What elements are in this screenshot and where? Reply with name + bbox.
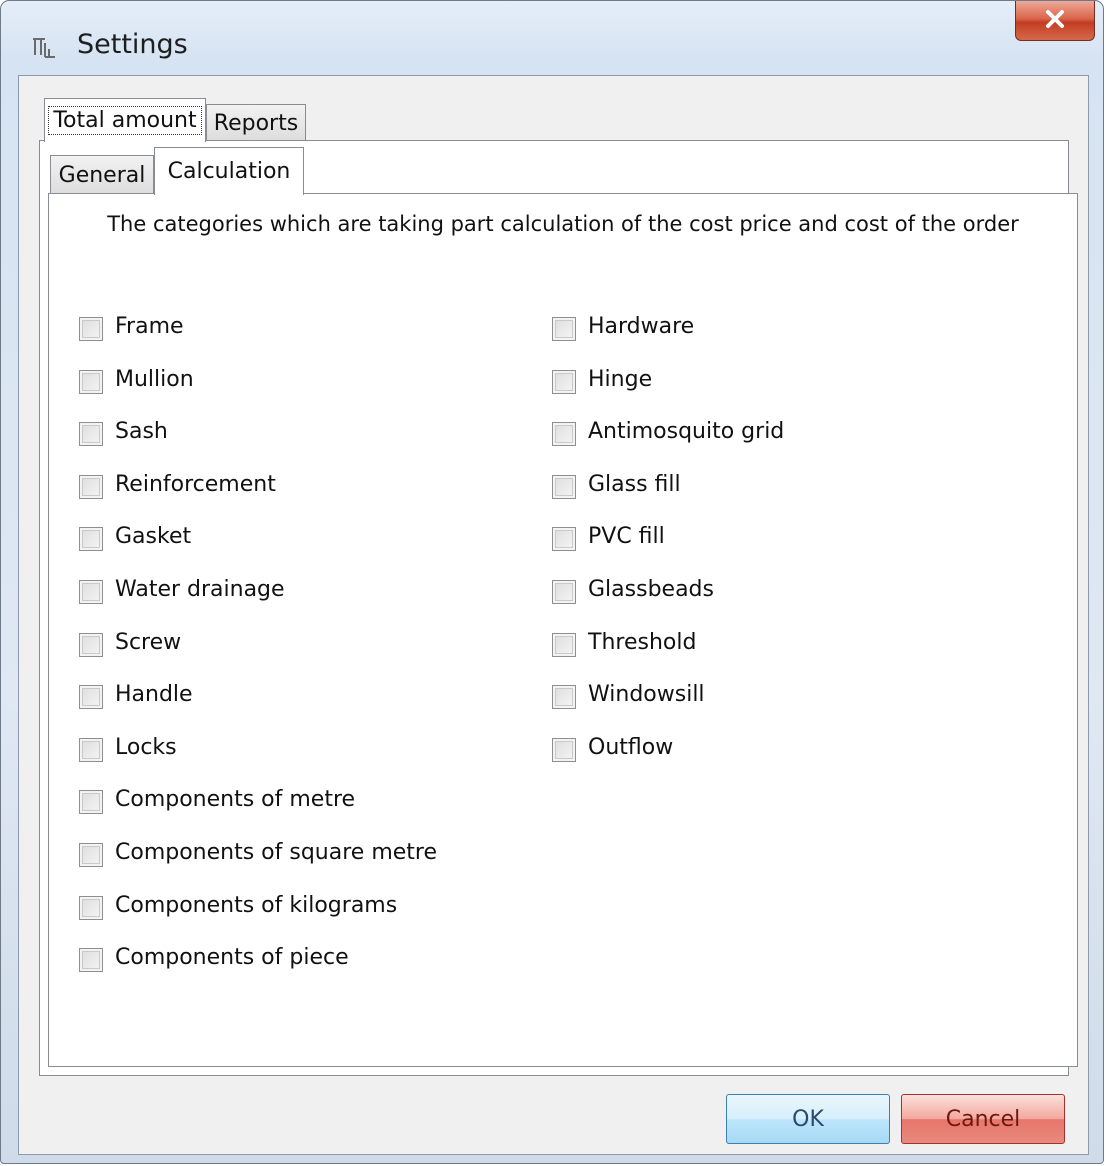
checkbox-row[interactable]: Components of metre <box>79 787 437 840</box>
checkbox[interactable] <box>79 737 103 762</box>
tab-general-label: General <box>58 163 146 188</box>
tab-total-amount-label: Total amount <box>48 106 202 135</box>
checkbox-label[interactable]: PVC fill <box>588 524 665 549</box>
checkbox-label[interactable]: Mullion <box>115 367 194 392</box>
checkbox[interactable] <box>79 948 103 973</box>
checkbox[interactable] <box>552 369 576 394</box>
ok-button-label: OK <box>792 1106 824 1132</box>
settings-window: Settings Total amount Reports General Ca… <box>0 0 1104 1164</box>
checkbox-row[interactable]: Components of kilograms <box>79 893 437 946</box>
checkbox-row[interactable]: PVC fill <box>552 524 784 577</box>
checkbox-row[interactable]: Gasket <box>79 524 437 577</box>
checkbox-label[interactable]: Threshold <box>588 630 696 655</box>
right-checkbox-column: Hardware Hinge Antimosquito grid Glass f… <box>552 314 784 787</box>
checkbox[interactable] <box>552 632 576 657</box>
checkbox-label[interactable]: Components of square metre <box>115 840 437 865</box>
ok-button[interactable]: OK <box>726 1094 890 1144</box>
checkbox[interactable] <box>79 685 103 710</box>
checkbox-label[interactable]: Locks <box>115 735 177 760</box>
checkbox-row[interactable]: Glass fill <box>552 472 784 525</box>
checkbox-label[interactable]: Glassbeads <box>588 577 714 602</box>
checkbox-label[interactable]: Components of piece <box>115 945 349 970</box>
checkbox-row[interactable]: Components of square metre <box>79 840 437 893</box>
checkbox-row[interactable]: Glassbeads <box>552 577 784 630</box>
checkbox-label[interactable]: Hinge <box>588 367 652 392</box>
calculation-heading: The categories which are taking part cal… <box>107 212 1019 236</box>
checkbox-label[interactable]: Glass fill <box>588 472 681 497</box>
checkbox-label[interactable]: Components of kilograms <box>115 893 397 918</box>
checkbox[interactable] <box>552 474 576 499</box>
checkbox[interactable] <box>79 895 103 920</box>
checkbox-row[interactable]: Components of piece <box>79 945 437 998</box>
checkbox[interactable] <box>79 369 103 394</box>
checkbox-label[interactable]: Handle <box>115 682 193 707</box>
checkbox[interactable] <box>552 685 576 710</box>
checkbox[interactable] <box>79 790 103 815</box>
window-title: Settings <box>77 29 188 60</box>
checkbox-row[interactable]: Mullion <box>79 367 437 420</box>
tab-general[interactable]: General <box>50 155 154 195</box>
checkbox[interactable] <box>552 317 576 341</box>
checkbox[interactable] <box>79 632 103 657</box>
checkbox-row[interactable]: Threshold <box>552 630 784 683</box>
checkbox-label[interactable]: Windowsill <box>588 682 705 707</box>
title-bar[interactable]: Settings <box>1 1 1103 75</box>
settings-window-icon <box>31 35 59 61</box>
cancel-button-label: Cancel <box>945 1106 1021 1132</box>
checkbox-row[interactable]: Outflow <box>552 735 784 788</box>
checkbox-label[interactable]: Hardware <box>588 314 694 339</box>
checkbox[interactable] <box>552 737 576 762</box>
tab-reports-label: Reports <box>213 111 299 136</box>
checkbox[interactable] <box>79 474 103 499</box>
checkbox-label[interactable]: Outflow <box>588 735 673 760</box>
checkbox-row[interactable]: Windowsill <box>552 682 784 735</box>
tab-calculation-label: Calculation <box>167 159 291 184</box>
checkbox-row[interactable]: Frame <box>79 314 437 367</box>
checkbox-row[interactable]: Handle <box>79 682 437 735</box>
checkbox-row[interactable]: Hardware <box>552 314 784 367</box>
tab-reports[interactable]: Reports <box>206 104 306 142</box>
checkbox[interactable] <box>79 842 103 867</box>
checkbox[interactable] <box>79 422 103 447</box>
checkbox[interactable] <box>79 579 103 604</box>
checkbox-label[interactable]: Antimosquito grid <box>588 419 784 444</box>
tab-total-amount[interactable]: Total amount <box>44 98 206 142</box>
dialog-client-area: Total amount Reports General Calculation… <box>18 75 1089 1155</box>
checkbox[interactable] <box>552 579 576 604</box>
checkbox-row[interactable]: Water drainage <box>79 577 437 630</box>
checkbox-row[interactable]: Locks <box>79 735 437 788</box>
left-checkbox-column: Frame Mullion Sash Reinforcement Gasket … <box>79 314 437 998</box>
checkbox[interactable] <box>79 317 103 341</box>
cancel-button[interactable]: Cancel <box>901 1094 1065 1144</box>
total-amount-panel: General Calculation The categories which… <box>39 140 1078 1076</box>
checkbox-label[interactable]: Water drainage <box>115 577 285 602</box>
checkbox[interactable] <box>552 527 576 552</box>
checkbox-label[interactable]: Frame <box>115 314 184 339</box>
checkbox-label[interactable]: Components of metre <box>115 787 355 812</box>
checkbox-label[interactable]: Reinforcement <box>115 472 276 497</box>
checkbox-row[interactable]: Hinge <box>552 367 784 420</box>
checkbox-row[interactable]: Screw <box>79 630 437 683</box>
close-x-icon <box>1043 9 1067 33</box>
checkbox[interactable] <box>79 527 103 552</box>
checkbox-label[interactable]: Sash <box>115 419 168 444</box>
checkbox-row[interactable]: Sash <box>79 419 437 472</box>
calculation-panel: The categories which are taking part cal… <box>48 193 1078 1067</box>
checkbox[interactable] <box>552 422 576 447</box>
checkbox-label[interactable]: Screw <box>115 630 181 655</box>
checkbox-row[interactable]: Antimosquito grid <box>552 419 784 472</box>
checkbox-label[interactable]: Gasket <box>115 524 191 549</box>
tab-calculation[interactable]: Calculation <box>154 147 304 195</box>
checkbox-row[interactable]: Reinforcement <box>79 472 437 525</box>
close-button[interactable] <box>1015 1 1095 41</box>
